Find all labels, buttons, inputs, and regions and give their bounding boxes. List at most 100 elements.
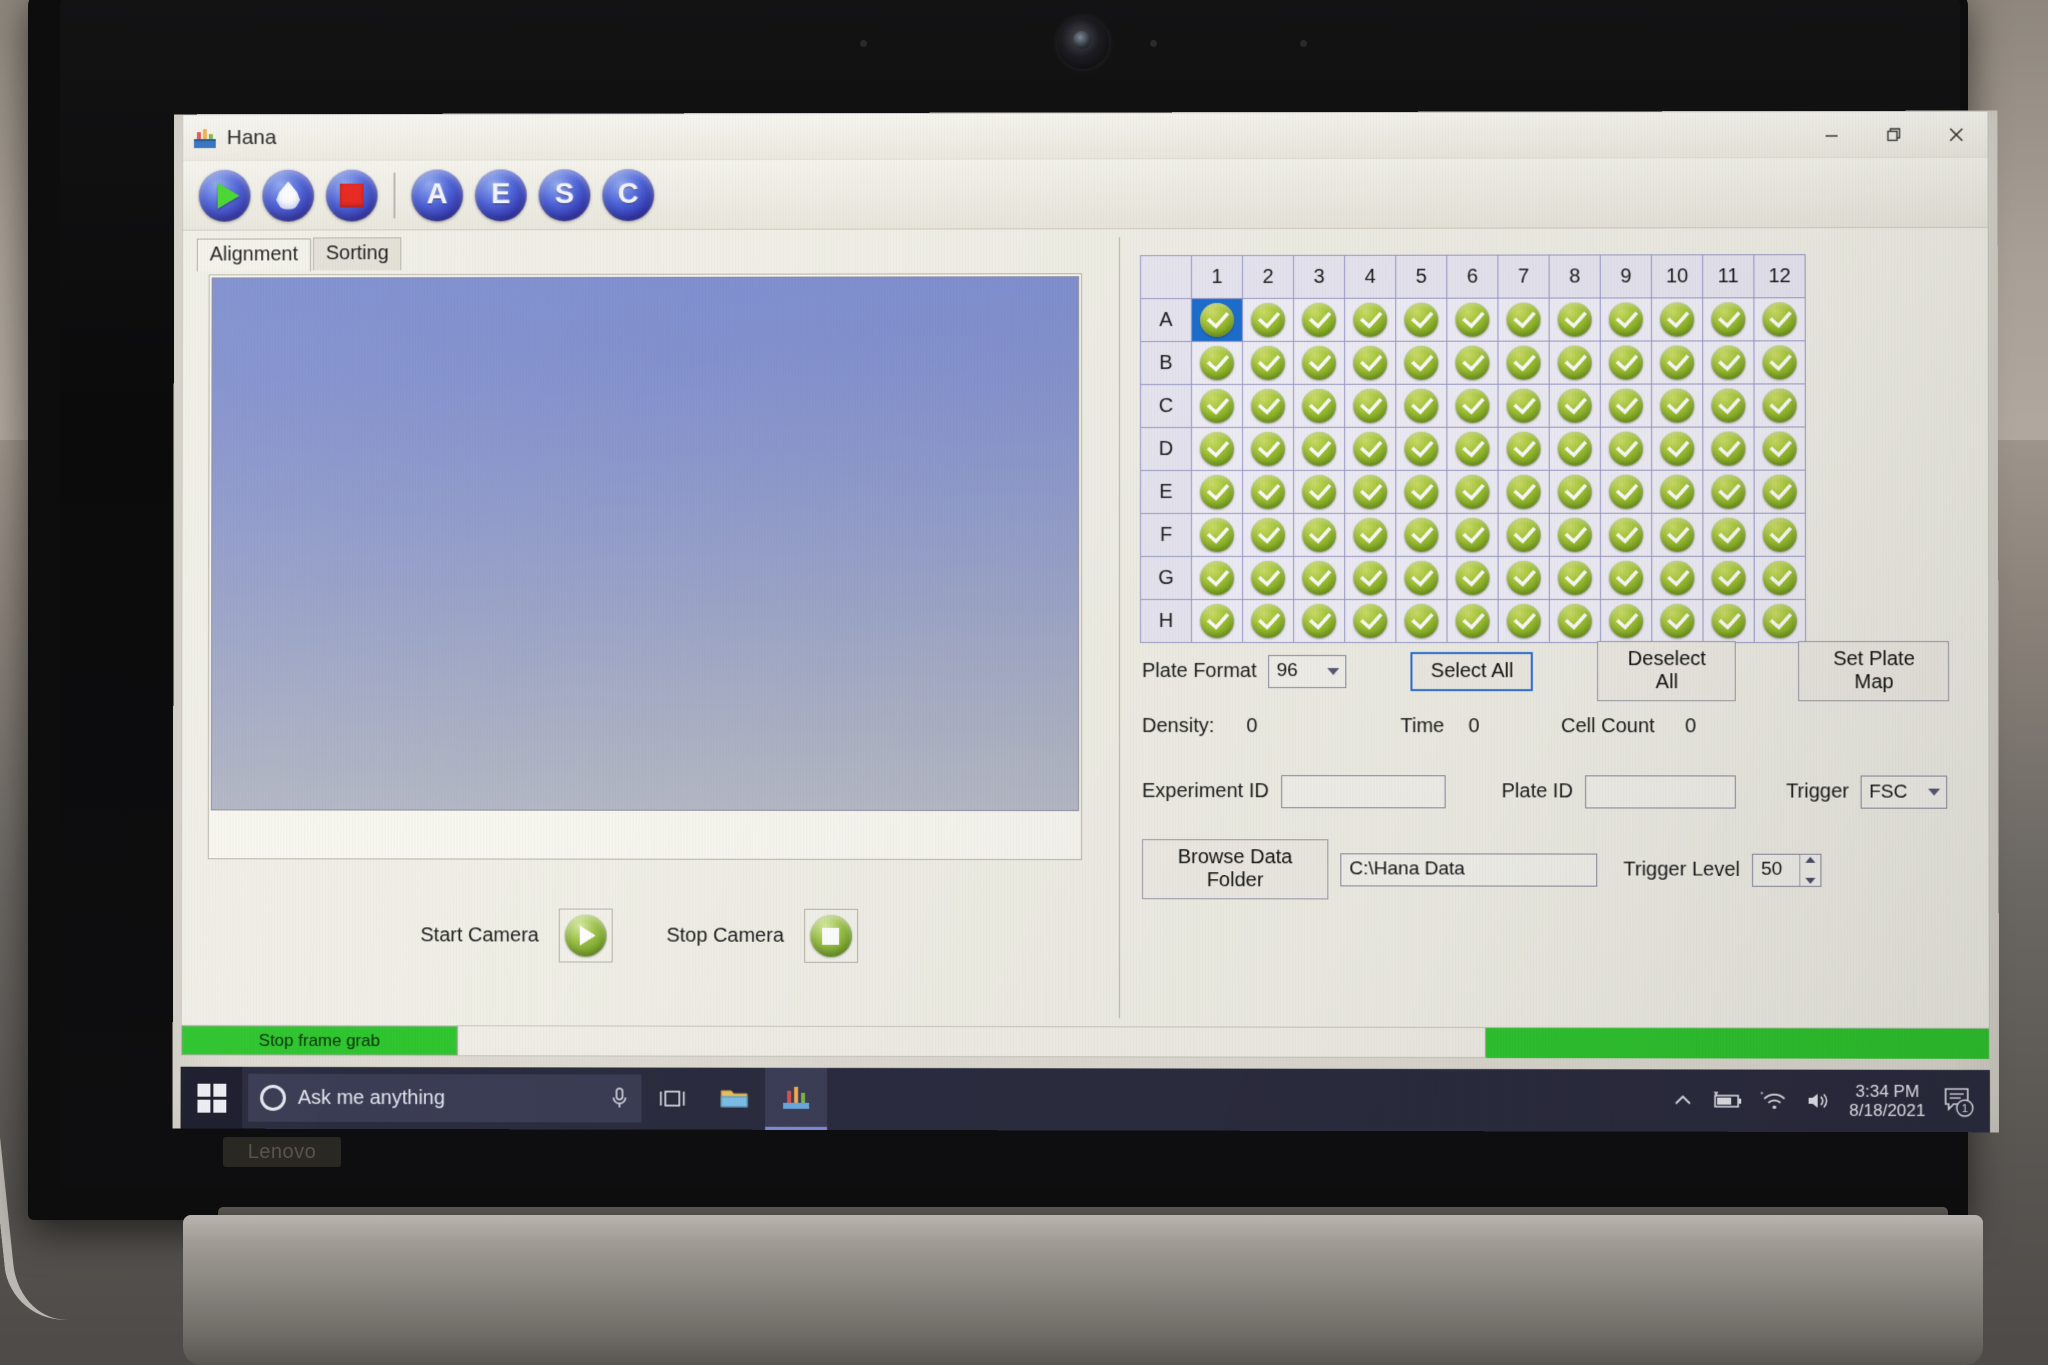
- plate-well-d8[interactable]: [1549, 427, 1601, 471]
- plate-column-header[interactable]: 11: [1702, 254, 1754, 298]
- plate-well-b9[interactable]: [1600, 340, 1652, 385]
- plate-column-header[interactable]: 4: [1344, 255, 1396, 299]
- stop-camera-button[interactable]: [803, 908, 858, 963]
- tab-alignment[interactable]: Alignment: [196, 238, 311, 272]
- trigger-select[interactable]: FSC: [1861, 775, 1948, 809]
- plate-well-d1[interactable]: [1191, 427, 1243, 471]
- speaker-icon[interactable]: [1805, 1090, 1833, 1112]
- alignment-button[interactable]: A: [411, 168, 464, 221]
- plate-well-d4[interactable]: [1344, 427, 1396, 471]
- plate-well-g11[interactable]: [1702, 556, 1755, 600]
- plate-row-header[interactable]: F: [1140, 513, 1192, 557]
- plate-well-d9[interactable]: [1600, 427, 1652, 471]
- plate-well-e4[interactable]: [1344, 470, 1396, 514]
- plate-well-h7[interactable]: [1498, 599, 1550, 643]
- chevron-down-icon[interactable]: [1805, 877, 1816, 884]
- plate-row-header[interactable]: C: [1140, 384, 1192, 428]
- plate-well-c7[interactable]: [1498, 384, 1550, 428]
- chevron-up-icon[interactable]: [1672, 1091, 1694, 1109]
- plate-well-g3[interactable]: [1293, 556, 1345, 600]
- plate-column-header[interactable]: 9: [1600, 254, 1652, 299]
- plate-well-a6[interactable]: [1446, 298, 1498, 342]
- action-center-icon[interactable]: 1: [1942, 1084, 1976, 1118]
- experiment-button[interactable]: E: [474, 168, 527, 221]
- plate-well-b11[interactable]: [1702, 340, 1755, 385]
- plate-well-g1[interactable]: [1191, 556, 1243, 600]
- plate-well-f10[interactable]: [1651, 513, 1703, 557]
- plate-well-f7[interactable]: [1498, 513, 1550, 557]
- plate-well-b10[interactable]: [1651, 340, 1703, 385]
- plate-well-h5[interactable]: [1395, 599, 1448, 643]
- plate-row-header[interactable]: A: [1140, 298, 1192, 342]
- plate-well-b6[interactable]: [1446, 341, 1499, 385]
- plate-well-h2[interactable]: [1242, 599, 1294, 643]
- plate-column-header[interactable]: 6: [1446, 255, 1498, 299]
- plate-well-c4[interactable]: [1344, 384, 1396, 428]
- plate-well-c5[interactable]: [1395, 384, 1447, 428]
- plate-well-c3[interactable]: [1293, 384, 1345, 428]
- plate-well-e9[interactable]: [1600, 470, 1652, 514]
- plate-column-header[interactable]: 5: [1395, 255, 1447, 299]
- browse-data-folder-button[interactable]: Browse Data Folder: [1142, 839, 1329, 900]
- plate-well-e11[interactable]: [1702, 470, 1755, 514]
- plate-column-header[interactable]: 2: [1242, 255, 1294, 299]
- plate-well-g9[interactable]: [1600, 556, 1652, 600]
- plate-well-g12[interactable]: [1754, 556, 1806, 600]
- plate-column-header[interactable]: 12: [1753, 254, 1806, 298]
- plate-well-e8[interactable]: [1549, 470, 1601, 514]
- calibrate-button[interactable]: C: [602, 168, 655, 221]
- plate-well-c9[interactable]: [1600, 384, 1652, 428]
- close-button[interactable]: [1925, 111, 1987, 157]
- chevron-up-icon[interactable]: [1805, 856, 1816, 863]
- plate-well-h12[interactable]: [1754, 599, 1806, 643]
- plate-well-e6[interactable]: [1446, 470, 1499, 514]
- plate-well-b12[interactable]: [1753, 340, 1806, 384]
- plate-well-d6[interactable]: [1446, 427, 1499, 471]
- plate-well-f6[interactable]: [1446, 513, 1499, 557]
- plate-well-e7[interactable]: [1498, 470, 1550, 514]
- plate-well-e3[interactable]: [1293, 470, 1345, 514]
- plate-well-b7[interactable]: [1497, 341, 1550, 385]
- plate-column-header[interactable]: 1: [1191, 255, 1243, 299]
- plate-row-header[interactable]: D: [1140, 427, 1192, 471]
- plate-well-f11[interactable]: [1702, 513, 1755, 557]
- plate-well-d3[interactable]: [1293, 427, 1345, 471]
- plate-well-h8[interactable]: [1549, 599, 1601, 643]
- plate-map-grid[interactable]: 1 2 3 4 5 6 7 8 9 10 11 12 ABCDEFGH: [1139, 254, 1807, 644]
- plate-well-d10[interactable]: [1651, 427, 1703, 471]
- plate-well-h1[interactable]: [1191, 599, 1243, 643]
- plate-well-c8[interactable]: [1549, 384, 1601, 428]
- plate-well-g6[interactable]: [1446, 556, 1499, 600]
- sort-button[interactable]: S: [538, 168, 591, 221]
- plate-well-e1[interactable]: [1191, 470, 1243, 514]
- deselect-all-button[interactable]: Deselect All: [1597, 641, 1737, 702]
- plate-well-h6[interactable]: [1447, 599, 1499, 643]
- plate-well-d12[interactable]: [1754, 427, 1806, 471]
- plate-well-f5[interactable]: [1395, 513, 1447, 557]
- plate-well-d11[interactable]: [1702, 427, 1755, 471]
- microphone-icon[interactable]: [610, 1086, 630, 1110]
- plate-well-a10[interactable]: [1651, 297, 1703, 341]
- start-button[interactable]: [180, 1066, 243, 1129]
- plate-row-header[interactable]: E: [1140, 470, 1192, 514]
- plate-well-d5[interactable]: [1395, 427, 1447, 471]
- plate-well-a2[interactable]: [1242, 298, 1294, 342]
- plate-well-b2[interactable]: [1242, 341, 1294, 385]
- camera-preview[interactable]: [210, 276, 1080, 811]
- stop-button[interactable]: [325, 169, 378, 221]
- plate-well-f12[interactable]: [1754, 513, 1806, 557]
- plate-well-f1[interactable]: [1191, 513, 1243, 557]
- plate-row-header[interactable]: B: [1140, 341, 1192, 385]
- plate-well-a1[interactable]: [1191, 298, 1243, 342]
- plate-well-c11[interactable]: [1702, 383, 1755, 428]
- window-titlebar[interactable]: Hana: [183, 111, 1988, 162]
- start-camera-button[interactable]: [558, 908, 613, 963]
- plate-well-h11[interactable]: [1702, 599, 1755, 643]
- plate-column-header[interactable]: 10: [1651, 254, 1703, 298]
- plate-well-d7[interactable]: [1498, 427, 1550, 471]
- plate-well-b4[interactable]: [1344, 341, 1396, 385]
- plate-well-b5[interactable]: [1395, 341, 1447, 385]
- plate-well-f2[interactable]: [1242, 513, 1294, 557]
- wifi-icon[interactable]: *: [1761, 1090, 1789, 1112]
- plate-row-header[interactable]: H: [1140, 599, 1192, 643]
